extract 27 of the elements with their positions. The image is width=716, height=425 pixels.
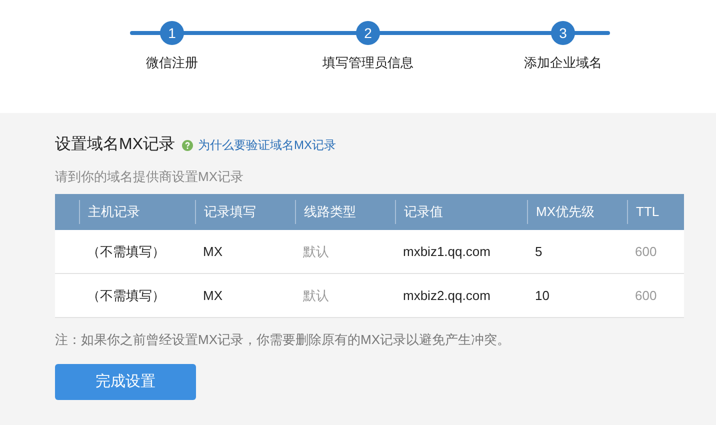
table-cell: 默认 [303,244,329,258]
subtitle: 请到你的域名提供商设置MX记录 [55,168,244,185]
table-cell: MX [203,244,222,258]
column-header: 记录值 [404,203,443,222]
section-title: 设置域名MX记录 [55,134,175,155]
table-cell: mxbiz2.qq.com [403,288,490,302]
help-icon [182,140,193,150]
table-cell: mxbiz1.qq.com [403,244,490,258]
column-header: 主机记录 [88,203,140,222]
column-header: TTL [636,203,660,222]
step-label: 添加企业域名 [523,54,603,72]
step-label: 填写管理员信息 [322,54,414,72]
step-label: 微信注册 [145,54,199,72]
note-text: 注：如果你之前曾经设置MX记录，你需要删除原有的MX记录以避免产生冲突。 [55,331,511,348]
table-cell: 600 [635,288,657,302]
table-cell: （不需填写） [87,244,165,258]
table-cell: MX [203,288,222,302]
table-cell: 600 [635,244,657,258]
table-cell: 10 [535,288,550,302]
column-header: MX优先级 [536,203,594,222]
table-cell: 默认 [303,288,329,302]
finish-button[interactable]: 完成设置 [55,364,196,400]
table-cell: 5 [535,244,542,258]
column-header: 线路类型 [304,203,356,222]
column-header: 记录填写 [204,203,256,222]
table-cell: （不需填写） [87,288,165,302]
help-link[interactable]: 为什么要验证域名MX记录 [198,136,336,154]
